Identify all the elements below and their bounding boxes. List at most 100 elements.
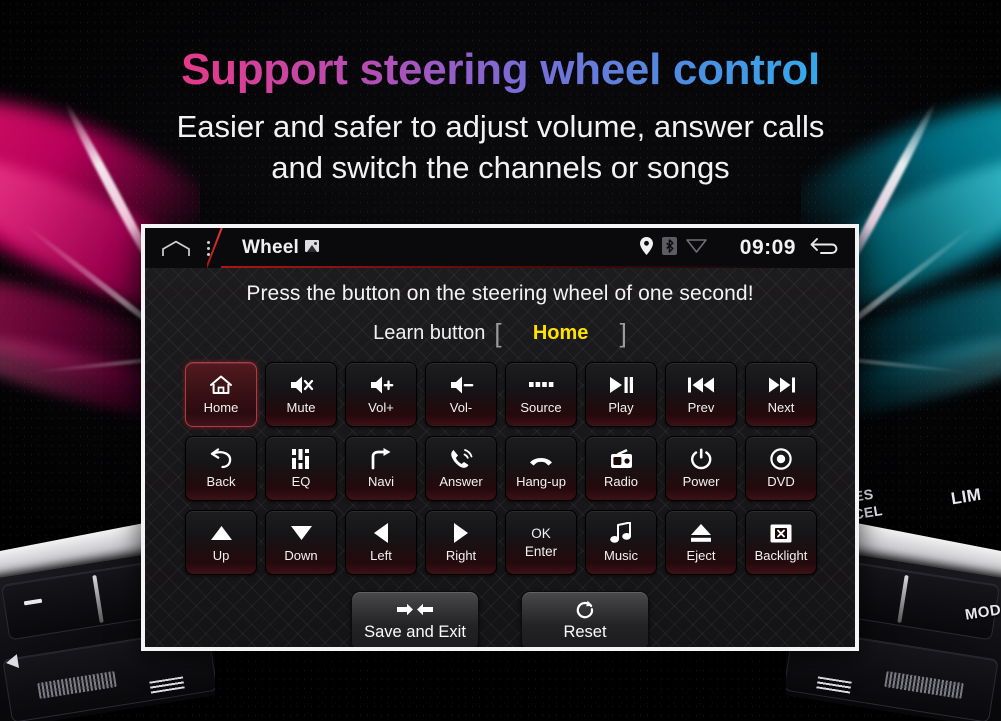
- key-navi[interactable]: Navi: [345, 436, 417, 501]
- reset-button[interactable]: Reset: [521, 591, 649, 647]
- key-next[interactable]: Next: [745, 362, 817, 427]
- radio-icon: [610, 448, 633, 470]
- key-label: Prev: [687, 400, 715, 415]
- triangle-right-icon: [451, 522, 471, 544]
- key-label: Left: [370, 548, 392, 563]
- volume-down-icon: [449, 374, 474, 396]
- bracket-left: [: [494, 318, 502, 348]
- location-pin-icon: [639, 236, 653, 260]
- clock-time: 09:09: [739, 236, 796, 259]
- key-back[interactable]: Back: [185, 436, 257, 501]
- key-eq[interactable]: EQ: [265, 436, 337, 501]
- status-indicators: 09:09: [639, 236, 841, 261]
- key-label: Vol+: [368, 400, 394, 415]
- key-label: Back: [206, 474, 236, 489]
- backlight-icon: [770, 522, 792, 544]
- key-label: Vol-: [449, 400, 473, 415]
- key-label: Down: [284, 548, 318, 563]
- previous-track-icon: [687, 374, 715, 396]
- key-power[interactable]: Power: [665, 436, 737, 501]
- save-and-exit-button[interactable]: Save and Exit: [351, 591, 479, 647]
- key-label: Radio: [604, 474, 638, 489]
- more-vertical-icon[interactable]: [207, 240, 210, 256]
- key-label: Play: [608, 400, 634, 415]
- key-label: Power: [682, 474, 720, 489]
- phone-answer-icon: [449, 448, 473, 470]
- key-label: Mute: [286, 400, 316, 415]
- key-label: Music: [604, 548, 638, 563]
- key-hang-up[interactable]: Hang-up: [505, 436, 577, 501]
- key-label: Navi: [367, 474, 394, 489]
- key-down[interactable]: Down: [265, 510, 337, 575]
- key-label: EQ: [291, 474, 311, 489]
- status-bar: Wheel 09:09: [145, 228, 855, 268]
- key-eject[interactable]: Eject: [665, 510, 737, 575]
- action-label: Save and Exit: [364, 623, 466, 641]
- page-headline: Support steering wheel control: [0, 44, 1001, 96]
- action-label: Reset: [563, 623, 607, 641]
- learn-button-label: Learn button: [373, 321, 486, 344]
- screen-title: Wheel: [242, 237, 319, 259]
- save-exit-arrows-icon: [397, 600, 433, 618]
- triangle-up-icon: [210, 522, 232, 544]
- key-label: Backlight: [754, 548, 808, 563]
- key-home[interactable]: Home: [185, 362, 257, 427]
- head-unit-device: Wheel 09:09 Press the button on the stee…: [141, 224, 859, 651]
- triangle-left-icon: [371, 522, 391, 544]
- power-icon: [690, 448, 712, 470]
- function-key-grid: Home Mute Vol+ Vol- Source Play Prev Next Back EQ…: [184, 362, 817, 575]
- turn-right-arrow-icon: [370, 448, 392, 470]
- key-music[interactable]: Music: [585, 510, 657, 575]
- disc-icon: [770, 448, 792, 470]
- key-primary-label: OK: [531, 526, 551, 541]
- key-label: Source: [520, 400, 562, 415]
- triangle-down-icon: [290, 522, 312, 544]
- key-label: Hang-up: [516, 474, 566, 489]
- key-backlight[interactable]: Backlight: [745, 510, 817, 575]
- next-track-icon: [768, 374, 795, 396]
- subtitle-line-2: and switch the channels or songs: [271, 150, 730, 185]
- key-dvd[interactable]: DVD: [745, 436, 817, 501]
- home-outline-icon[interactable]: [161, 240, 191, 257]
- key-label: Up: [212, 548, 230, 563]
- key-vol-[interactable]: Vol-: [425, 362, 497, 427]
- key-play[interactable]: Play: [585, 362, 657, 427]
- key-right[interactable]: Right: [425, 510, 497, 575]
- page-subtitle: Easier and safer to adjust volume, answe…: [0, 106, 1001, 188]
- key-up[interactable]: Up: [185, 510, 257, 575]
- screen-content: Press the button on the steering wheel o…: [145, 268, 855, 647]
- image-icon: [304, 240, 319, 252]
- wifi-icon: [685, 238, 707, 258]
- source-dots-icon: [528, 374, 554, 396]
- key-radio[interactable]: Radio: [585, 436, 657, 501]
- key-left[interactable]: Left: [345, 510, 417, 575]
- key-vol-[interactable]: Vol+: [345, 362, 417, 427]
- volume-mute-icon: [289, 374, 314, 396]
- phone-hangup-icon: [529, 448, 553, 470]
- key-label: Answer: [439, 474, 483, 489]
- volume-up-icon: [369, 374, 394, 396]
- key-mute[interactable]: Mute: [265, 362, 337, 427]
- instruction-text: Press the button on the steering wheel o…: [246, 282, 754, 305]
- back-undo-icon: [209, 448, 233, 470]
- reset-circular-arrow-icon: [576, 600, 595, 618]
- key-secondary-label: Enter: [524, 544, 558, 559]
- back-arrow-icon[interactable]: [809, 236, 841, 261]
- screen-title-text: Wheel: [242, 237, 299, 258]
- equalizer-icon: [292, 448, 310, 470]
- action-button-row: Save and Exit Reset: [145, 591, 855, 647]
- learn-button-value: Home: [532, 321, 589, 344]
- key-label: Home: [203, 400, 239, 415]
- key-label: Eject: [686, 548, 716, 563]
- learn-button-row: Learn button [ Home ]: [145, 320, 855, 346]
- subtitle-line-1: Easier and safer to adjust volume, answe…: [176, 109, 825, 144]
- key-label: Next: [767, 400, 795, 415]
- key-prev[interactable]: Prev: [665, 362, 737, 427]
- key-answer[interactable]: Answer: [425, 436, 497, 501]
- bluetooth-icon: [661, 236, 677, 260]
- device-screen: Wheel 09:09 Press the button on the stee…: [145, 228, 855, 647]
- music-note-icon: [610, 522, 632, 544]
- key-source[interactable]: Source: [505, 362, 577, 427]
- key-ok[interactable]: OK Enter: [505, 510, 577, 575]
- key-label: Right: [445, 548, 477, 563]
